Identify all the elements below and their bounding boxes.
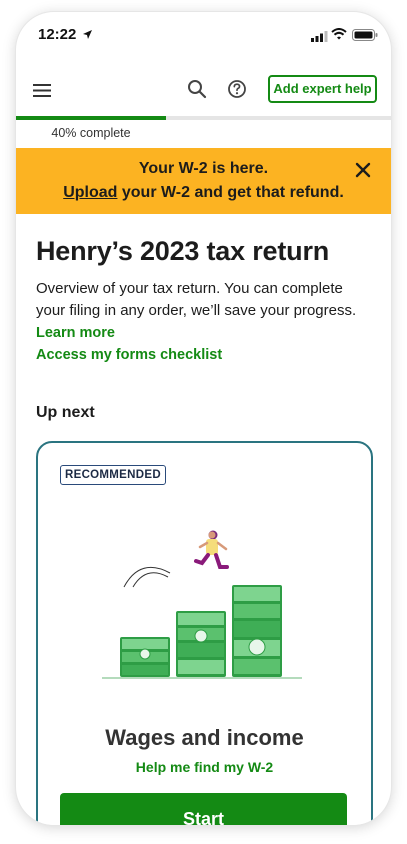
- add-expert-help-button[interactable]: Add expert help: [268, 75, 377, 103]
- forms-checklist-link[interactable]: Access my forms checklist: [36, 347, 222, 363]
- progress-fill: [16, 116, 166, 120]
- close-icon[interactable]: [353, 160, 373, 180]
- find-w2-link[interactable]: Help me find my W-2: [38, 759, 371, 775]
- start-button[interactable]: Start: [60, 793, 347, 825]
- card-title: Wages and income: [105, 725, 304, 750]
- status-time: 12:22: [38, 26, 77, 43]
- upload-link[interactable]: Upload: [63, 184, 117, 201]
- recommended-badge: RECOMMENDED: [60, 465, 166, 485]
- location-arrow-icon: [82, 27, 93, 45]
- up-next-heading: Up next: [36, 404, 95, 421]
- w2-notification-banner: Your W-2 is here. Upload your W-2 and ge…: [16, 148, 391, 214]
- help-question-icon[interactable]: [226, 78, 248, 105]
- banner-upload-line: Upload your W-2 and get that refund.: [16, 184, 391, 202]
- search-icon[interactable]: [186, 78, 208, 105]
- hamburger-menu-icon[interactable]: [30, 78, 56, 104]
- progress-label: 40% complete: [51, 126, 131, 140]
- phone-screen: 12:22 Add expert help 40% complete Your …: [16, 12, 391, 825]
- banner-upload-text: your W-2 and get that refund.: [117, 184, 344, 201]
- learn-more-link[interactable]: Learn more: [36, 325, 115, 341]
- page-description: Overview of your tax return. You can com…: [36, 280, 357, 319]
- page-title: Henry’s 2023 tax return: [36, 236, 330, 266]
- banner-message: Your W-2 is here.: [138, 160, 269, 177]
- app-header: Add expert help: [16, 68, 391, 116]
- status-bar: 12:22: [16, 12, 391, 56]
- wages-income-card: RECOMMENDED Wages and income Help me fin…: [36, 441, 373, 825]
- money-stacks-illustration: [102, 530, 302, 679]
- wifi-icon: [331, 27, 347, 45]
- progress-bar: [16, 116, 391, 120]
- battery-icon: [352, 28, 378, 46]
- cellular-signal-icon: [311, 29, 329, 47]
